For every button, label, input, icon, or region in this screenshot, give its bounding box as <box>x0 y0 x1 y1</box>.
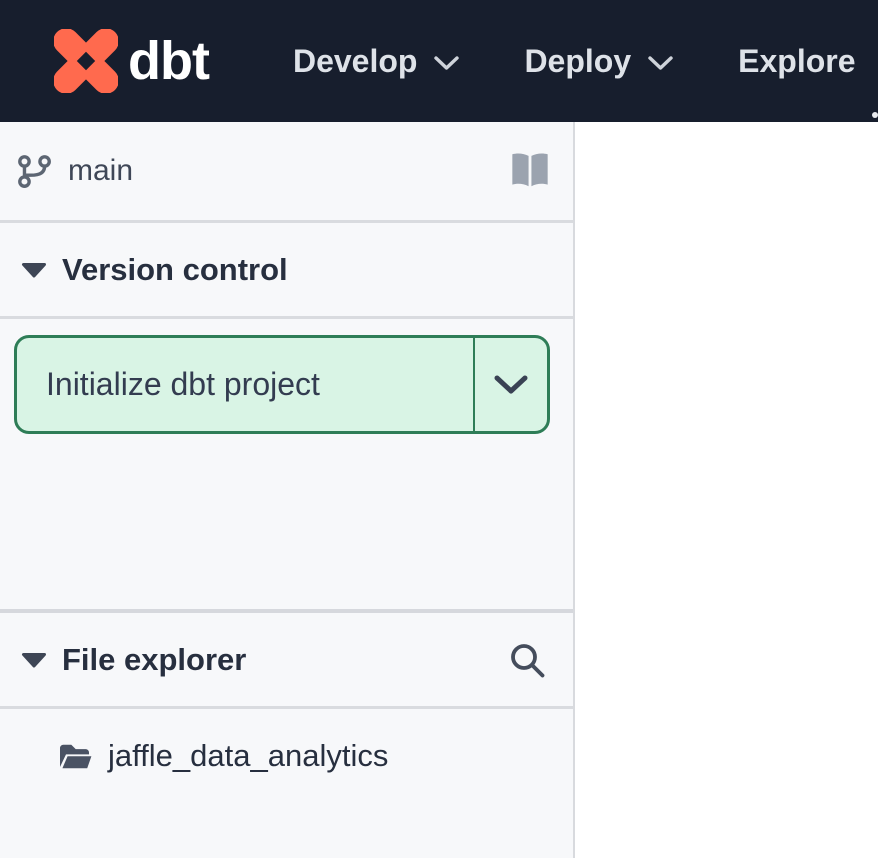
dbt-logo[interactable]: dbt <box>54 29 219 93</box>
main-menu: Develop Deploy Explore <box>293 43 878 80</box>
initialize-dbt-project-split-button: Initialize dbt project <box>14 335 550 434</box>
git-branch-icon <box>16 153 52 189</box>
folder-name: jaffle_data_analytics <box>108 738 388 774</box>
nav-item-deploy[interactable]: Deploy <box>524 43 674 80</box>
initialize-dbt-project-button[interactable]: Initialize dbt project <box>17 338 473 431</box>
search-icon <box>505 638 549 682</box>
ide-sidebar: main Version control Initialize dbt proj… <box>0 122 575 858</box>
file-tree: jaffle_data_analytics <box>0 709 573 858</box>
initialize-dbt-project-label: Initialize dbt project <box>46 366 320 403</box>
nav-item-develop[interactable]: Develop <box>293 43 460 80</box>
file-search-button[interactable] <box>505 638 549 682</box>
nav-item-explore-label: Explore <box>738 43 855 80</box>
file-tree-folder-jaffle-data-analytics[interactable]: jaffle_data_analytics <box>0 725 573 787</box>
chevron-down-icon <box>647 55 674 71</box>
caret-down-icon <box>20 651 48 669</box>
branch-selector[interactable]: main <box>16 153 133 189</box>
caret-down-icon <box>20 261 48 279</box>
logo-trademark-dot <box>872 112 878 118</box>
editor-empty-area <box>577 122 878 858</box>
file-explorer-header[interactable]: File explorer <box>0 613 573 709</box>
dbt-logo-icon <box>54 29 118 93</box>
docs-button[interactable] <box>509 148 551 194</box>
nav-item-deploy-label: Deploy <box>524 43 631 80</box>
version-control-title: Version control <box>62 252 288 288</box>
open-book-icon <box>509 148 551 194</box>
branch-row: main <box>0 122 573 223</box>
nav-item-explore[interactable]: Explore <box>738 43 855 80</box>
version-control-panel: Initialize dbt project <box>0 319 573 613</box>
dbt-logo-text: dbt <box>128 34 219 88</box>
top-navigation-bar: dbt Develop Deploy Explore <box>0 0 878 122</box>
folder-open-icon <box>58 741 94 771</box>
branch-name: main <box>68 154 133 188</box>
file-explorer-title: File explorer <box>62 642 246 678</box>
version-control-header[interactable]: Version control <box>0 223 573 319</box>
nav-item-develop-label: Develop <box>293 43 417 80</box>
initialize-options-toggle[interactable] <box>473 338 547 431</box>
chevron-down-icon <box>492 374 530 396</box>
chevron-down-icon <box>433 55 460 71</box>
